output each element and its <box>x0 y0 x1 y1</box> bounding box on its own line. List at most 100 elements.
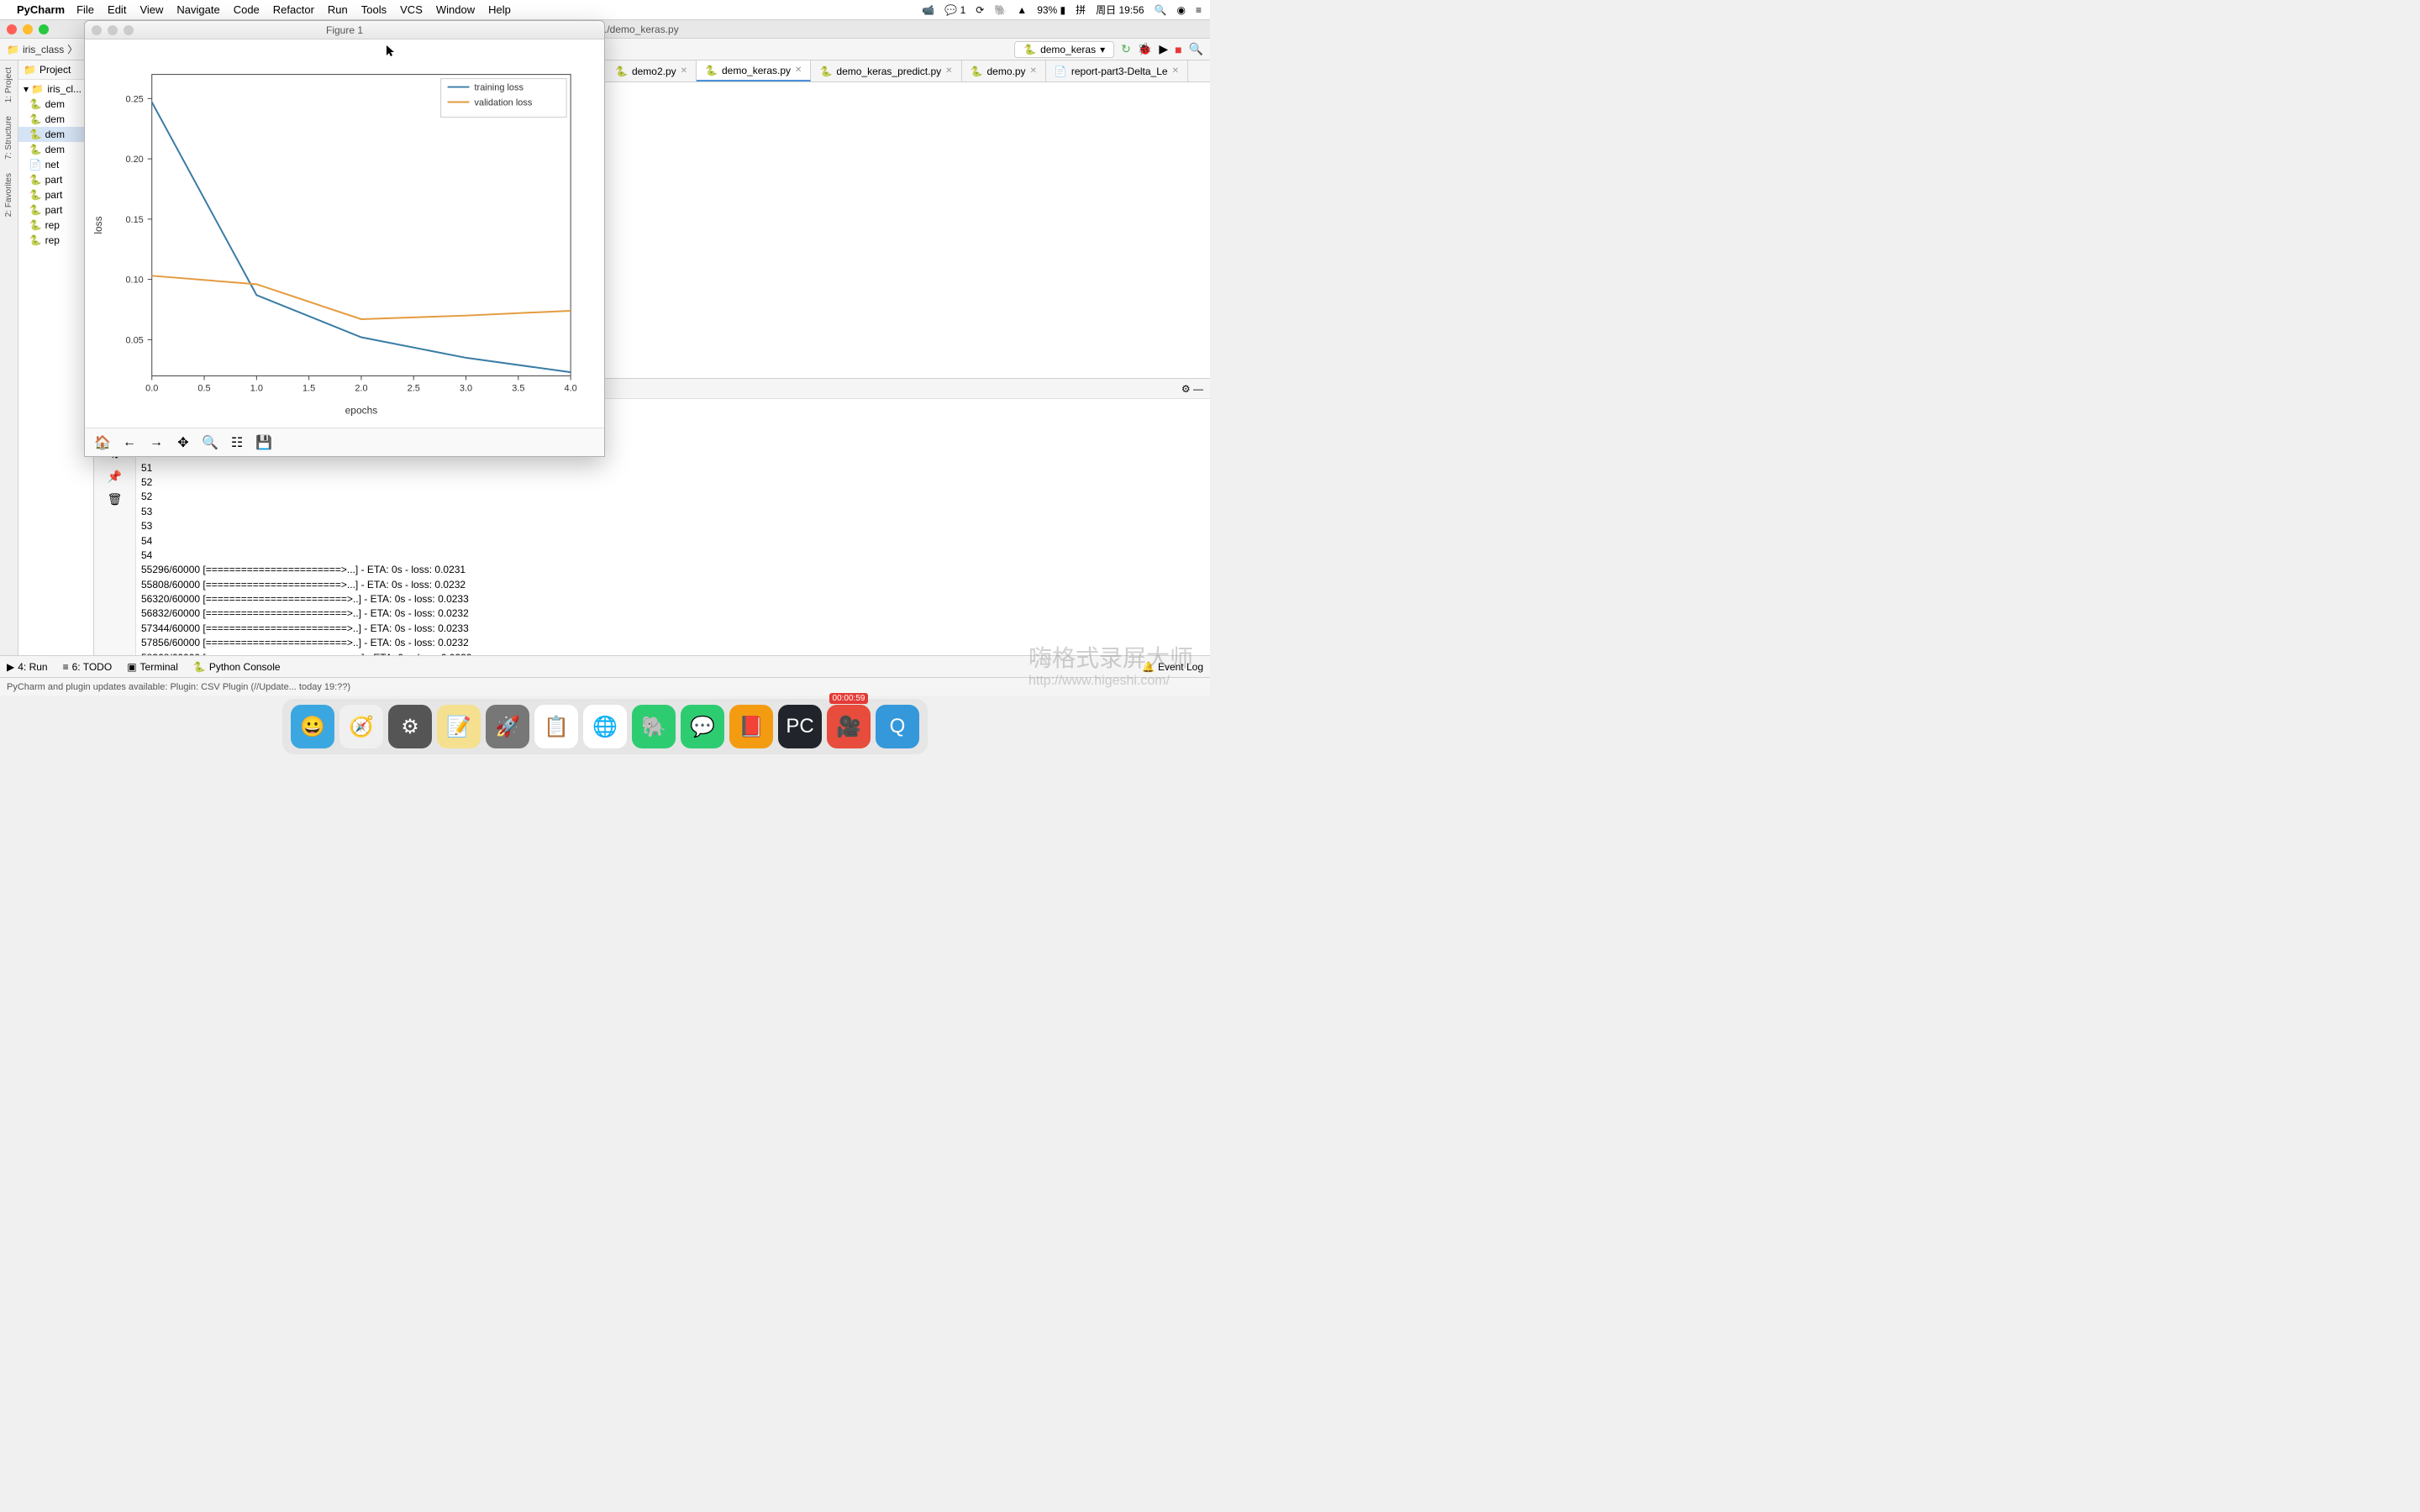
pin-icon[interactable]: 📌 <box>108 470 122 484</box>
spotlight-icon[interactable]: 🔍 <box>1155 4 1167 16</box>
menu-refactor[interactable]: Refactor <box>273 3 314 16</box>
figure-close-button[interactable] <box>92 25 102 35</box>
menu-tools[interactable]: Tools <box>361 3 387 16</box>
menu-run[interactable]: Run <box>328 3 348 16</box>
figure-titlebar[interactable]: Figure 1 <box>85 21 604 39</box>
svg-text:0.15: 0.15 <box>125 215 143 225</box>
breadcrumb[interactable]: 📁 iris_class 〉 <box>7 42 77 56</box>
tree-file-selected[interactable]: 🐍 dem <box>18 127 93 142</box>
zoom-icon[interactable]: 🔍 <box>197 431 223 454</box>
run-with-coverage-icon[interactable]: ▶ <box>1159 42 1168 56</box>
close-icon[interactable]: ✕ <box>1172 66 1179 76</box>
menu-view[interactable]: View <box>139 3 163 16</box>
dock-settings[interactable]: ⚙ <box>388 705 432 748</box>
dock-foxit[interactable]: 📕 <box>729 705 773 748</box>
project-tool-tab[interactable]: 1: Project <box>3 60 15 109</box>
menu-code[interactable]: Code <box>234 3 260 16</box>
menu-help[interactable]: Help <box>488 3 511 16</box>
dock-pycharm[interactable]: PC <box>778 705 822 748</box>
menu-vcs[interactable]: VCS <box>400 3 423 16</box>
figure-zoom-button[interactable] <box>124 25 134 35</box>
dock-recorder[interactable]: 00:00:59🎥 <box>827 705 871 748</box>
matplotlib-figure-window: Figure 1 0.00.51.01.52.02.53.03.54.00.05… <box>84 20 605 457</box>
event-log-tab[interactable]: 🔔 Event Log <box>1142 661 1203 673</box>
menu-edit[interactable]: Edit <box>108 3 126 16</box>
tree-file[interactable]: 🐍 dem <box>18 142 93 157</box>
wifi-icon[interactable]: ▲ <box>1017 4 1027 16</box>
debug-button-icon[interactable]: 🐞 <box>1138 42 1152 56</box>
project-root[interactable]: ▾ 📁 iris_cl... <box>18 81 93 97</box>
favorites-tool-tab[interactable]: 2: Favorites <box>3 166 15 223</box>
tree-file[interactable]: 🐍 dem <box>18 97 93 112</box>
svg-text:0.20: 0.20 <box>125 155 143 165</box>
tab-run[interactable]: ▶ 4: Run <box>7 661 48 673</box>
dock-reminders[interactable]: 📋 <box>534 705 578 748</box>
input-method-icon[interactable]: 拼 <box>1076 3 1086 17</box>
pan-icon[interactable]: ✥ <box>171 431 196 454</box>
tree-file[interactable]: 📄 net <box>18 157 93 172</box>
run-button-icon[interactable]: ↻ <box>1121 42 1131 56</box>
svg-text:training loss: training loss <box>475 83 524 93</box>
home-icon[interactable]: 🏠 <box>90 431 115 454</box>
menu-file[interactable]: File <box>76 3 94 16</box>
trash-icon[interactable]: 🗑 <box>108 492 123 507</box>
facetime-icon[interactable]: 📹 <box>922 4 934 16</box>
tab-demo-keras-predict[interactable]: 🐍 demo_keras_predict.py✕ <box>811 60 961 81</box>
dock-quicktime[interactable]: Q <box>876 705 919 748</box>
dock-finder[interactable]: 😀 <box>291 705 334 748</box>
tree-file[interactable]: 🐍 part <box>18 187 93 202</box>
tree-file[interactable]: 🐍 rep <box>18 233 93 248</box>
tree-file[interactable]: 🐍 dem <box>18 112 93 127</box>
tab-report[interactable]: 📄 report-part3-Delta_Le✕ <box>1046 60 1188 81</box>
dock-notes[interactable]: 📝 <box>437 705 481 748</box>
tree-file[interactable]: 🐍 part <box>18 172 93 187</box>
stop-button-icon[interactable]: ■ <box>1175 43 1181 56</box>
figure-canvas[interactable]: 0.00.51.01.52.02.53.03.54.00.050.100.150… <box>85 39 604 428</box>
structure-tool-tab[interactable]: 7: Structure <box>3 109 15 166</box>
run-settings-icon[interactable]: ⚙ <box>1181 383 1191 395</box>
notification-center-icon[interactable]: ≡ <box>1196 4 1202 16</box>
sync-icon[interactable]: ⟳ <box>976 4 984 16</box>
search-everywhere-icon[interactable]: 🔍 <box>1189 42 1203 56</box>
close-icon[interactable]: ✕ <box>681 66 687 76</box>
save-icon[interactable]: 💾 <box>251 431 276 454</box>
window-zoom-button[interactable] <box>39 24 49 34</box>
siri-icon[interactable]: ◉ <box>1177 4 1186 16</box>
close-icon[interactable]: ✕ <box>945 66 952 76</box>
menu-window[interactable]: Window <box>436 3 475 16</box>
dock-launchpad[interactable]: 🚀 <box>486 705 529 748</box>
evernote-icon[interactable]: 🐘 <box>994 4 1007 16</box>
dock-evernote[interactable]: 🐘 <box>632 705 676 748</box>
forward-icon[interactable]: → <box>144 431 169 454</box>
back-icon[interactable]: ← <box>117 431 142 454</box>
menu-navigate[interactable]: Navigate <box>176 3 219 16</box>
dock-wechat[interactable]: 💬 <box>681 705 724 748</box>
close-icon[interactable]: ✕ <box>1030 66 1037 76</box>
close-icon[interactable]: ✕ <box>795 66 802 75</box>
status-message: PyCharm and plugin updates available: Pl… <box>7 682 350 692</box>
tab-demo[interactable]: 🐍 demo.py✕ <box>962 60 1046 81</box>
project-panel-header[interactable]: 📁 Project <box>18 60 93 80</box>
tab-python-console[interactable]: 🐍 Python Console <box>193 661 281 673</box>
tree-file[interactable]: 🐍 rep <box>18 218 93 233</box>
window-minimize-button[interactable] <box>23 24 33 34</box>
tab-demo2[interactable]: 🐍 demo2.py✕ <box>607 60 697 81</box>
tab-demo-keras[interactable]: 🐍 demo_keras.py✕ <box>697 60 811 81</box>
tab-todo[interactable]: ≡ 6: TODO <box>63 661 113 673</box>
run-hide-icon[interactable]: — <box>1193 383 1203 395</box>
battery-status[interactable]: 93% ▮ <box>1037 4 1065 16</box>
tree-file[interactable]: 🐍 part <box>18 202 93 218</box>
wechat-status-icon[interactable]: 💬 1 <box>944 4 965 16</box>
run-config-selector[interactable]: 🐍 demo_keras ▾ <box>1014 41 1114 58</box>
app-name[interactable]: PyCharm <box>17 3 65 16</box>
figure-minimize-button[interactable] <box>108 25 118 35</box>
matplotlib-toolbar: 🏠 ← → ✥ 🔍 ☷ 💾 <box>85 428 604 456</box>
svg-text:3.5: 3.5 <box>512 383 524 393</box>
tab-terminal[interactable]: ▣ Terminal <box>127 661 178 673</box>
dock-chrome[interactable]: 🌐 <box>583 705 627 748</box>
clock[interactable]: 周日 19:56 <box>1096 3 1144 17</box>
subplots-icon[interactable]: ☷ <box>224 431 250 454</box>
dock-safari[interactable]: 🧭 <box>339 705 383 748</box>
bottom-tool-tabs: ▶ 4: Run ≡ 6: TODO ▣ Terminal 🐍 Python C… <box>0 655 1210 677</box>
window-close-button[interactable] <box>7 24 17 34</box>
